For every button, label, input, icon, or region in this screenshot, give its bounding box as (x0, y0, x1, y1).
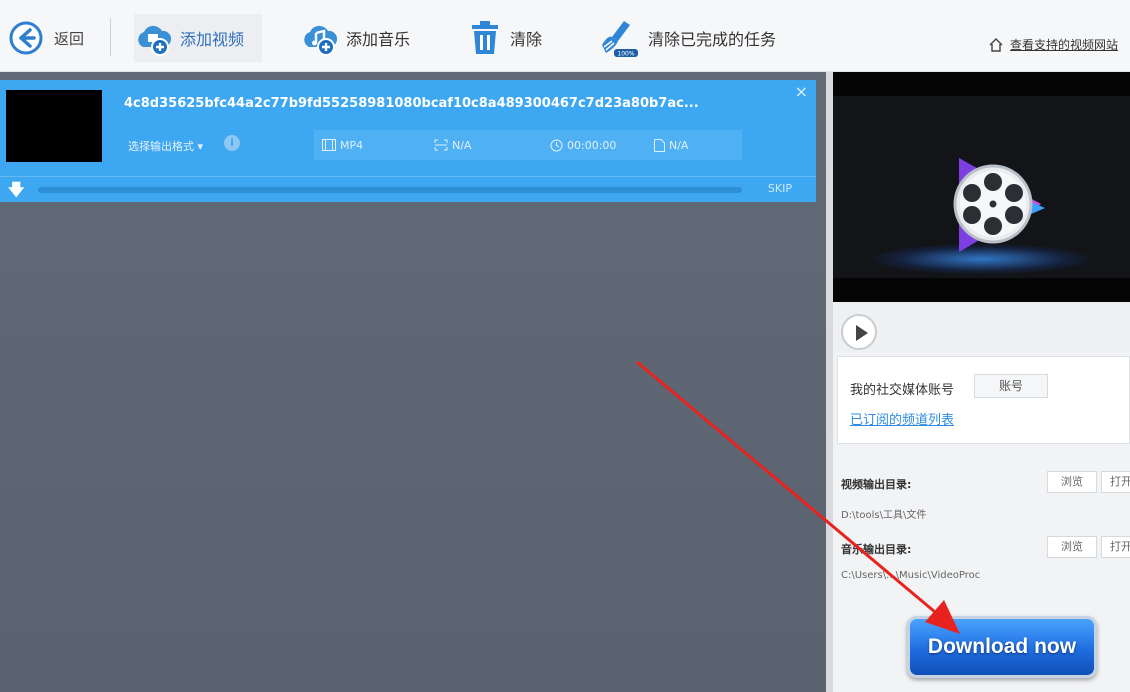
home-icon (989, 37, 1003, 52)
progress-row: 🡇 SKIP (0, 176, 816, 202)
toolbar: 返回 添加视频 添加音乐 清除 100% 清除已完成的任务 查看支持的视频网站 (0, 0, 1130, 72)
clear-button[interactable]: 清除 (468, 14, 542, 62)
player-controls (833, 302, 1130, 352)
download-task[interactable]: 4c8d35625bfc44a2c77b9fd55258981080bcaf10… (0, 80, 816, 202)
clear-completed-label: 清除已完成的任务 (648, 30, 777, 49)
back-label: 返回 (54, 29, 85, 48)
duration-meta: 00:00:00 (550, 139, 616, 152)
progress-bar (38, 187, 742, 193)
add-video-button[interactable]: 添加视频 (134, 14, 262, 62)
music-output-path: C:\Users\...\Music\VideoProc (841, 570, 981, 581)
duration-value: 00:00:00 (567, 138, 617, 152)
toolbar-separator (110, 18, 111, 56)
resolution-value: N/A (452, 138, 472, 152)
video-output-label: 视频输出目录: (841, 478, 912, 491)
subscribed-channels-link[interactable]: 已订阅的频道列表 (850, 409, 954, 428)
add-music-button[interactable]: 添加音乐 (300, 14, 410, 62)
side-panel: 我的社交媒体账号 账号 已订阅的频道列表 视频输出目录: 浏览 打开 D:\to… (833, 72, 1130, 692)
info-icon[interactable]: i (224, 135, 240, 151)
add-music-icon (304, 25, 338, 56)
add-video-icon (138, 25, 172, 56)
video-output-path: D:\tools\工具\文件 (841, 510, 927, 521)
supported-sites-link[interactable]: 查看支持的视频网站 (988, 36, 1118, 53)
size-meta: N/A (654, 138, 689, 152)
task-meta-bar: MP4 N/A 00:00:00 N/A (314, 130, 742, 160)
video-thumbnail (6, 90, 102, 162)
music-browse-button[interactable]: 浏览 (1047, 536, 1097, 558)
social-media-box: 我的社交媒体账号 账号 已订阅的频道列表 (837, 356, 1130, 444)
preview-stage (833, 96, 1130, 278)
videoproc-logo-icon (953, 158, 1045, 252)
video-browse-button[interactable]: 浏览 (1047, 471, 1097, 493)
add-music-label: 添加音乐 (346, 30, 411, 49)
back-button[interactable]: 返回 (8, 14, 84, 62)
panel-divider[interactable] (826, 72, 833, 692)
video-preview (833, 72, 1130, 302)
download-now-label: Download now (927, 635, 1077, 658)
clear-label: 清除 (510, 30, 543, 49)
file-icon (654, 138, 665, 152)
size-value: N/A (669, 138, 689, 152)
play-icon[interactable] (841, 314, 877, 350)
back-icon (9, 21, 43, 55)
svg-text:100%: 100% (617, 51, 634, 58)
output-format-select[interactable]: 选择输出格式 ▾ (128, 138, 203, 154)
resolution-icon (434, 139, 448, 151)
supported-sites-label: 查看支持的视频网站 (1009, 38, 1118, 52)
music-output-label: 音乐输出目录: (841, 543, 912, 556)
format-value: MP4 (340, 138, 364, 152)
download-now-button[interactable]: Download now (907, 616, 1097, 678)
clock-icon (550, 139, 563, 151)
resolution-meta: N/A (434, 139, 471, 152)
account-button[interactable]: 账号 (974, 374, 1048, 398)
film-icon (322, 139, 336, 151)
social-accounts-label: 我的社交媒体账号 (850, 383, 955, 398)
download-arrow-icon: 🡇 (8, 180, 25, 199)
music-open-button[interactable]: 打开 (1101, 536, 1130, 558)
clear-completed-button[interactable]: 100% 清除已完成的任务 (598, 14, 776, 62)
clear-done-icon: 100% (602, 21, 638, 58)
close-icon[interactable]: × (795, 82, 808, 101)
task-title: 4c8d35625bfc44a2c77b9fd55258981080bcaf10… (124, 96, 699, 111)
skip-button[interactable]: SKIP (768, 182, 792, 195)
format-meta: MP4 (322, 139, 363, 152)
video-open-button[interactable]: 打开 (1101, 471, 1130, 493)
add-video-label: 添加视频 (180, 30, 245, 49)
task-list-panel: 4c8d35625bfc44a2c77b9fd55258981080bcaf10… (0, 72, 826, 692)
trash-icon (472, 21, 498, 54)
